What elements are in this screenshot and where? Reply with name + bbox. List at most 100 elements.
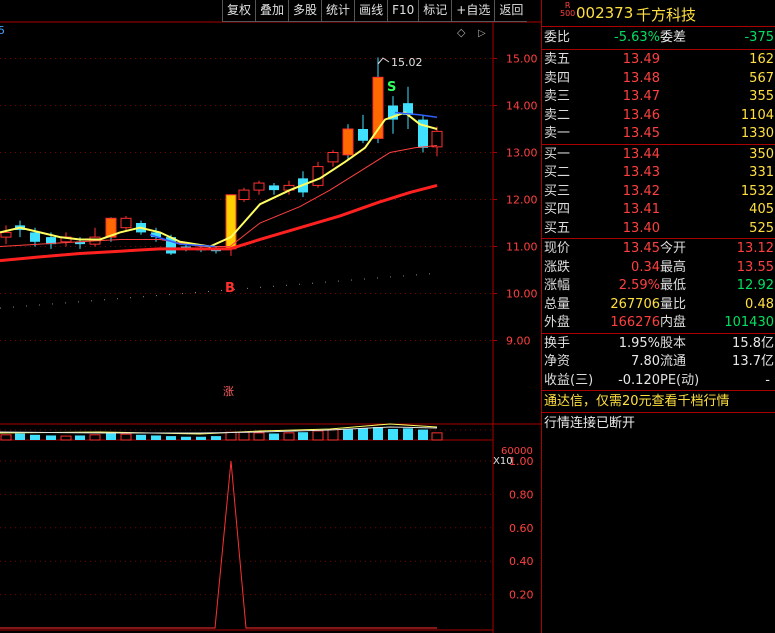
ask-row-2[interactable]: 卖二 13.46 1104 — [542, 107, 775, 126]
bid-row-1[interactable]: 买一 13.44 350 — [542, 146, 775, 165]
dot-marker — [208, 290, 209, 292]
ask-row-5[interactable]: 卖五 13.49 162 — [542, 51, 775, 70]
toolbar-multi-stock-button[interactable]: 多股 — [288, 0, 322, 22]
fund-row: 收益(三) -0.120 PE(动) - — [542, 372, 775, 391]
bid-label: 买一 — [544, 146, 571, 162]
candle-body — [30, 232, 40, 242]
candle — [120, 215, 132, 231]
bid-price: 13.40 — [622, 220, 660, 236]
stat-row: 现价 13.45 今开 13.12 — [542, 240, 775, 259]
volume-bar — [166, 436, 176, 440]
ask-label: 卖二 — [544, 107, 571, 123]
volume-bar — [120, 433, 132, 441]
high-pointer — [377, 57, 390, 65]
volume-bar — [46, 435, 56, 440]
ask-label: 卖一 — [544, 126, 571, 141]
diamond-icon[interactable]: ◇ — [457, 26, 466, 39]
ask-label: 卖五 — [544, 52, 571, 67]
dot-marker — [39, 304, 40, 306]
rzrq-badge: R 500 — [560, 2, 575, 18]
candle — [0, 225, 12, 245]
buy-signal-marker: B — [225, 281, 235, 296]
volume-bar — [418, 429, 428, 440]
stat-label: 涨跌 — [544, 259, 571, 275]
weicha-value: -375 — [744, 30, 774, 45]
ask-row-4[interactable]: 卖四 13.48 567 — [542, 70, 775, 89]
corner-marker: 5 — [0, 24, 5, 37]
toolbar-draw-line-button[interactable]: 画线 — [354, 0, 388, 22]
volume-bar — [106, 433, 116, 440]
promo-banner[interactable]: 通达信，仅需20元查看千档行情 — [542, 391, 775, 413]
bid-row-5[interactable]: 买五 13.40 525 — [542, 220, 775, 239]
bid-row-4[interactable]: 买四 13.41 405 — [542, 201, 775, 220]
toolbar-back-button[interactable]: 返回 — [494, 0, 528, 22]
ask-volume: 355 — [749, 89, 774, 104]
stock-name: 千方科技 — [636, 6, 697, 24]
dot-marker — [286, 284, 287, 286]
high-price: 13.55 — [736, 259, 774, 275]
toolbar-f10-button[interactable]: F10 — [387, 0, 419, 22]
open-price: 13.12 — [736, 241, 774, 256]
badge-bottom: 500 — [560, 9, 576, 18]
volume-bar — [238, 431, 250, 441]
ask-row-3[interactable]: 卖三 13.47 355 — [542, 88, 775, 107]
dot-marker — [182, 293, 183, 295]
bid-label: 买四 — [544, 202, 571, 217]
limit-up-marker: 涨 — [223, 385, 234, 398]
stat-label: 股本 — [660, 335, 687, 351]
toolbar-overlay-button[interactable]: 叠加 — [255, 0, 289, 22]
candle-body — [312, 166, 324, 186]
dot-marker — [325, 281, 326, 283]
stat-label: 收益(三) — [544, 372, 594, 388]
float-shares: 13.7亿 — [732, 354, 774, 369]
toolbar-add-watchlist-button[interactable]: +自选 — [451, 0, 495, 22]
stat-label: 涨幅 — [544, 278, 571, 293]
candle — [327, 150, 339, 167]
dot-marker — [338, 280, 339, 282]
toolbar-stats-button[interactable]: 统计 — [321, 0, 355, 22]
ask-book: 卖五 13.49 162 卖四 13.48 567 卖三 13.47 355 卖二 13.46… — [542, 50, 775, 145]
volume-bar — [253, 432, 265, 441]
quote-panel: R 500 002373 千方科技 委比 -5.63% 委差 -375 卖五 13… — [541, 0, 775, 633]
candle-body — [342, 128, 354, 156]
bid-label: 买三 — [544, 183, 571, 199]
ma10-line — [0, 144, 438, 247]
stat-label: 换手 — [544, 335, 571, 351]
expand-arrow-icon[interactable]: ▷ — [478, 28, 486, 39]
bid-row-2[interactable]: 买二 13.43 331 — [542, 164, 775, 183]
toolbar-fuquan-button[interactable]: 复权 — [222, 0, 256, 22]
dot-marker — [13, 306, 14, 308]
volume-bar — [89, 434, 101, 441]
stat-label: 现价 — [544, 241, 571, 256]
price-tick-label: 13.00 — [506, 147, 538, 160]
ask-label: 卖四 — [544, 70, 571, 86]
toolbar-mark-button[interactable]: 标记 — [418, 0, 452, 22]
price-tick-label: 15.00 — [506, 53, 538, 66]
ask-row-1[interactable]: 卖一 13.45 1330 — [542, 125, 775, 144]
ask-volume: 162 — [749, 52, 774, 67]
ask-price: 13.48 — [622, 70, 660, 86]
candle — [358, 114, 368, 144]
bid-row-3[interactable]: 买三 13.42 1532 — [542, 183, 775, 202]
kline-chart[interactable]: 15.0014.0013.0012.0011.0010.009.00600001… — [0, 0, 541, 633]
bid-volume: 350 — [749, 146, 774, 162]
candle — [238, 187, 250, 202]
candle — [253, 180, 265, 195]
change-percent: 2.59% — [618, 278, 660, 293]
dot-marker — [390, 276, 391, 278]
bid-book: 买一 13.44 350 买二 13.43 331 买三 13.42 1532 买四 13.4… — [542, 145, 775, 239]
stock-header: R 500 002373 千方科技 — [542, 0, 775, 27]
dot-marker — [195, 292, 196, 294]
candle-body — [327, 152, 339, 163]
fund-row: 换手 1.95% 股本 15.8亿 — [542, 335, 775, 354]
candle-body — [238, 189, 250, 201]
bid-label: 买五 — [544, 220, 571, 236]
volume-bar — [225, 431, 237, 441]
dot-marker — [364, 278, 365, 280]
stat-row: 总量 267706 量比 0.48 — [542, 296, 775, 315]
dot-marker — [143, 296, 144, 298]
ask-price: 13.45 — [622, 126, 660, 141]
volume-bar — [60, 435, 72, 441]
price-tick-label: 12.00 — [506, 194, 538, 207]
ask-price: 13.49 — [622, 52, 660, 67]
